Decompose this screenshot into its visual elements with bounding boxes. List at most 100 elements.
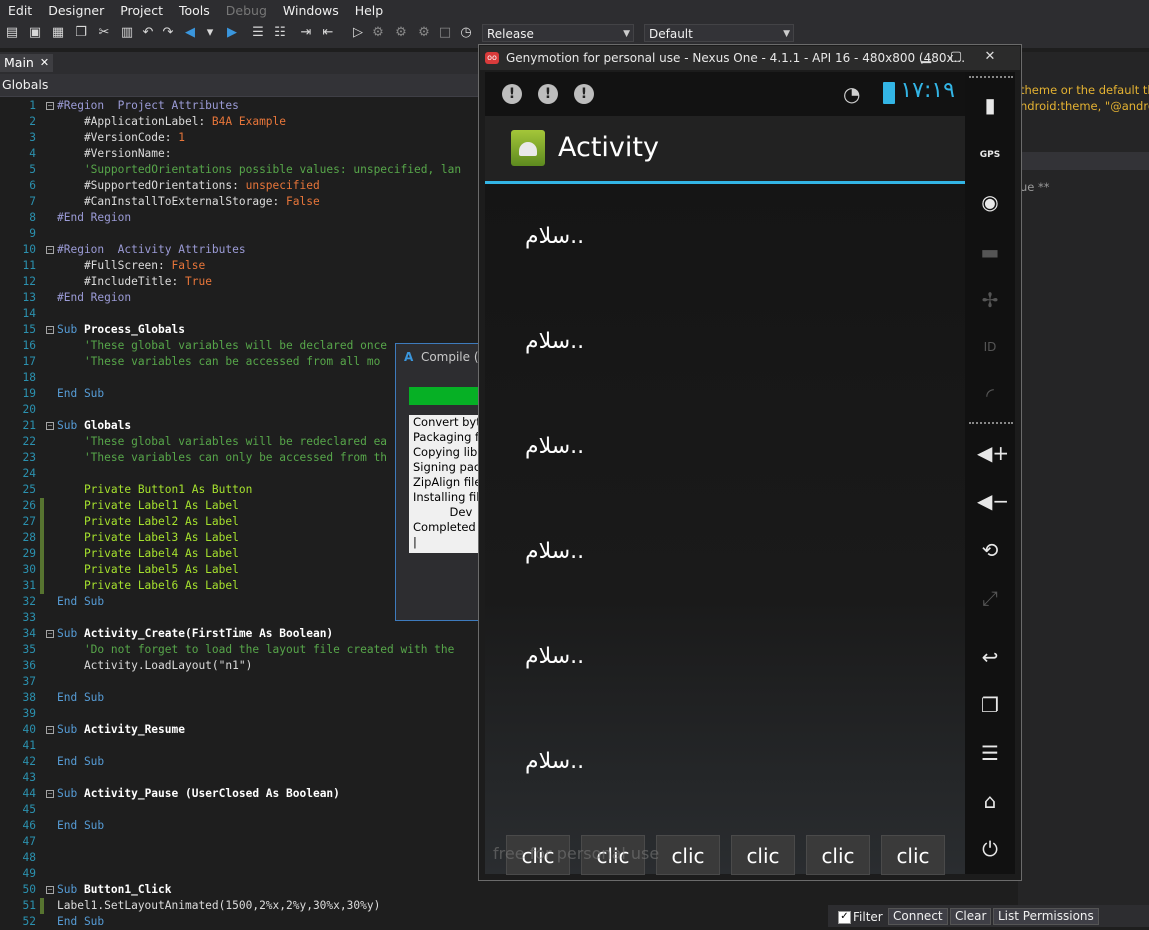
code-line[interactable]: 38 End Sub (0, 690, 480, 706)
fold-toggle-icon[interactable]: − (46, 630, 54, 638)
genymotion-titlebar[interactable]: oo Genymotion for personal use - Nexus O… (480, 46, 1020, 70)
clic-button-3[interactable]: clic (656, 835, 720, 875)
clic-button-4[interactable]: clic (731, 835, 795, 875)
gps-icon[interactable]: GPS (977, 142, 1003, 168)
step-over-icon[interactable]: ⚙ (393, 25, 409, 41)
clic-button-6[interactable]: clic (881, 835, 945, 875)
code-line[interactable]: 4 #VersionName: (0, 146, 480, 162)
close-icon[interactable]: ✕ (976, 48, 1004, 66)
save-icon[interactable]: ▣ (27, 25, 43, 41)
code-line[interactable]: 49 (0, 866, 480, 882)
clock-icon[interactable]: ◷ (458, 25, 474, 41)
menu-debug[interactable]: Debug (218, 3, 275, 18)
code-line[interactable]: 8 #End Region (0, 210, 480, 226)
redo-icon[interactable]: ↷ (160, 25, 176, 41)
code-line[interactable]: 39 (0, 706, 480, 722)
close-icon[interactable]: ✕ (40, 54, 49, 72)
build-config-select[interactable]: Release ▼ (482, 24, 634, 42)
clic-button-5[interactable]: clic (806, 835, 870, 875)
connect-button[interactable]: Connect (888, 908, 948, 925)
comment-icon[interactable]: ☰ (250, 25, 266, 41)
fold-toggle-icon[interactable]: − (46, 726, 54, 734)
code-line[interactable]: 5 'SupportedOrientations possible values… (0, 162, 480, 178)
clear-button[interactable]: Clear (950, 908, 992, 925)
rotate-icon[interactable]: ⟲ (977, 537, 1003, 563)
copy-icon[interactable]: ❐ (73, 25, 89, 41)
battery-icon[interactable]: ▮ (977, 92, 1003, 118)
indent-icon[interactable]: ⇥ (298, 25, 314, 41)
code-line[interactable]: 12 #IncludeTitle: True (0, 274, 480, 290)
code-line[interactable]: 37 (0, 674, 480, 690)
volume-up-icon[interactable]: ◀+ (977, 440, 1009, 466)
code-line[interactable]: 11 #FullScreen: False (0, 258, 480, 274)
fullscreen-icon[interactable]: ⤢ (977, 585, 1003, 611)
code-line[interactable]: 44 − Sub Activity_Pause (UserClosed As Boo… (0, 786, 480, 802)
back-icon[interactable]: ↩ (977, 644, 1003, 670)
menu-icon[interactable]: ☰ (977, 740, 1003, 766)
code-line[interactable]: 3 #VersionCode: 1 (0, 130, 480, 146)
code-line[interactable]: 51 Label1.SetLayoutAnimated(1500,2%x,2%y,… (0, 898, 480, 914)
back-nav-icon[interactable]: ◀ (182, 25, 198, 41)
capture-icon[interactable]: ▬ (977, 239, 1003, 265)
code-line[interactable]: 10 − #Region Activity Attributes (0, 242, 480, 258)
code-line[interactable]: 47 (0, 834, 480, 850)
fold-toggle-icon[interactable]: − (46, 790, 54, 798)
code-line[interactable]: 13 #End Region (0, 290, 480, 306)
uncomment-icon[interactable]: ☷ (272, 25, 288, 41)
run-icon[interactable]: ▷ (350, 25, 366, 41)
volume-down-icon[interactable]: ◀− (977, 488, 1009, 514)
fold-toggle-icon[interactable]: − (46, 886, 54, 894)
code-line[interactable]: 1 − #Region Project Attributes (0, 98, 480, 114)
device-config-select[interactable]: Default ▼ (644, 24, 794, 42)
undo-icon[interactable]: ↶ (140, 25, 156, 41)
code-line[interactable]: 52 End Sub (0, 914, 480, 930)
code-line[interactable]: 6 #SupportedOrientations: unspecified (0, 178, 480, 194)
code-line[interactable]: 43 (0, 770, 480, 786)
code-line[interactable]: 14 (0, 306, 480, 322)
code-line[interactable]: 48 (0, 850, 480, 866)
outdent-icon[interactable]: ⇤ (320, 25, 336, 41)
menu-windows[interactable]: Windows (275, 3, 347, 18)
code-line[interactable]: 41 (0, 738, 480, 754)
code-line[interactable]: 9 (0, 226, 480, 242)
open-icon[interactable]: ▤ (4, 25, 20, 41)
code-line[interactable]: 2 #ApplicationLabel: B4A Example (0, 114, 480, 130)
power-icon[interactable]: ⏻ (977, 836, 1003, 862)
code-line[interactable]: 46 End Sub (0, 818, 480, 834)
menu-project[interactable]: Project (112, 3, 171, 18)
id-icon[interactable]: ID (977, 334, 1003, 360)
menu-designer[interactable]: Designer (40, 3, 112, 18)
step-icon[interactable]: ⚙ (370, 25, 386, 41)
menu-help[interactable]: Help (347, 3, 392, 18)
forward-nav-icon[interactable]: ▶ (224, 25, 240, 41)
camera-icon[interactable]: ◉ (977, 189, 1003, 215)
code-line[interactable]: 40 − Sub Activity_Resume (0, 722, 480, 738)
chevron-down-icon[interactable]: ▾ (202, 25, 218, 41)
code-line[interactable]: 36 Activity.LoadLayout("n1") (0, 658, 480, 674)
fold-toggle-icon[interactable]: − (46, 102, 54, 110)
code-line[interactable]: 7 #CanInstallToExternalStorage: False (0, 194, 480, 210)
code-line[interactable]: 15 − Sub Process_Globals (0, 322, 480, 338)
menu-tools[interactable]: Tools (171, 3, 218, 18)
minimize-icon[interactable]: ▁ (912, 48, 940, 66)
rss-icon[interactable]: ◜ (977, 382, 1003, 408)
fold-toggle-icon[interactable]: − (46, 422, 54, 430)
module-selector[interactable]: Globals (0, 74, 480, 97)
code-line[interactable]: 50 − Sub Button1_Click (0, 882, 480, 898)
code-line[interactable]: 45 (0, 802, 480, 818)
code-line[interactable]: 34 − Sub Activity_Create(FirstTime As Bool… (0, 626, 480, 642)
tab-main[interactable]: Main ✕ (0, 54, 54, 72)
cut-icon[interactable]: ✂ (96, 25, 112, 41)
paste-icon[interactable]: ▥ (119, 25, 135, 41)
fold-toggle-icon[interactable]: − (46, 246, 54, 254)
code-line[interactable]: 42 End Sub (0, 754, 480, 770)
dpad-icon[interactable]: ✢ (977, 287, 1003, 313)
maximize-icon[interactable]: ▢ (942, 48, 970, 66)
list-permissions-button[interactable]: List Permissions (993, 908, 1099, 925)
save-all-icon[interactable]: ▦ (50, 25, 66, 41)
recent-apps-icon[interactable]: ❐ (977, 692, 1003, 718)
step-out-icon[interactable]: ⚙ (416, 25, 432, 41)
code-line[interactable]: 35 'Do not forget to load the layout fil… (0, 642, 480, 658)
filter-checkbox[interactable]: ✓ (838, 911, 851, 924)
stop-icon[interactable]: □ (437, 25, 453, 41)
